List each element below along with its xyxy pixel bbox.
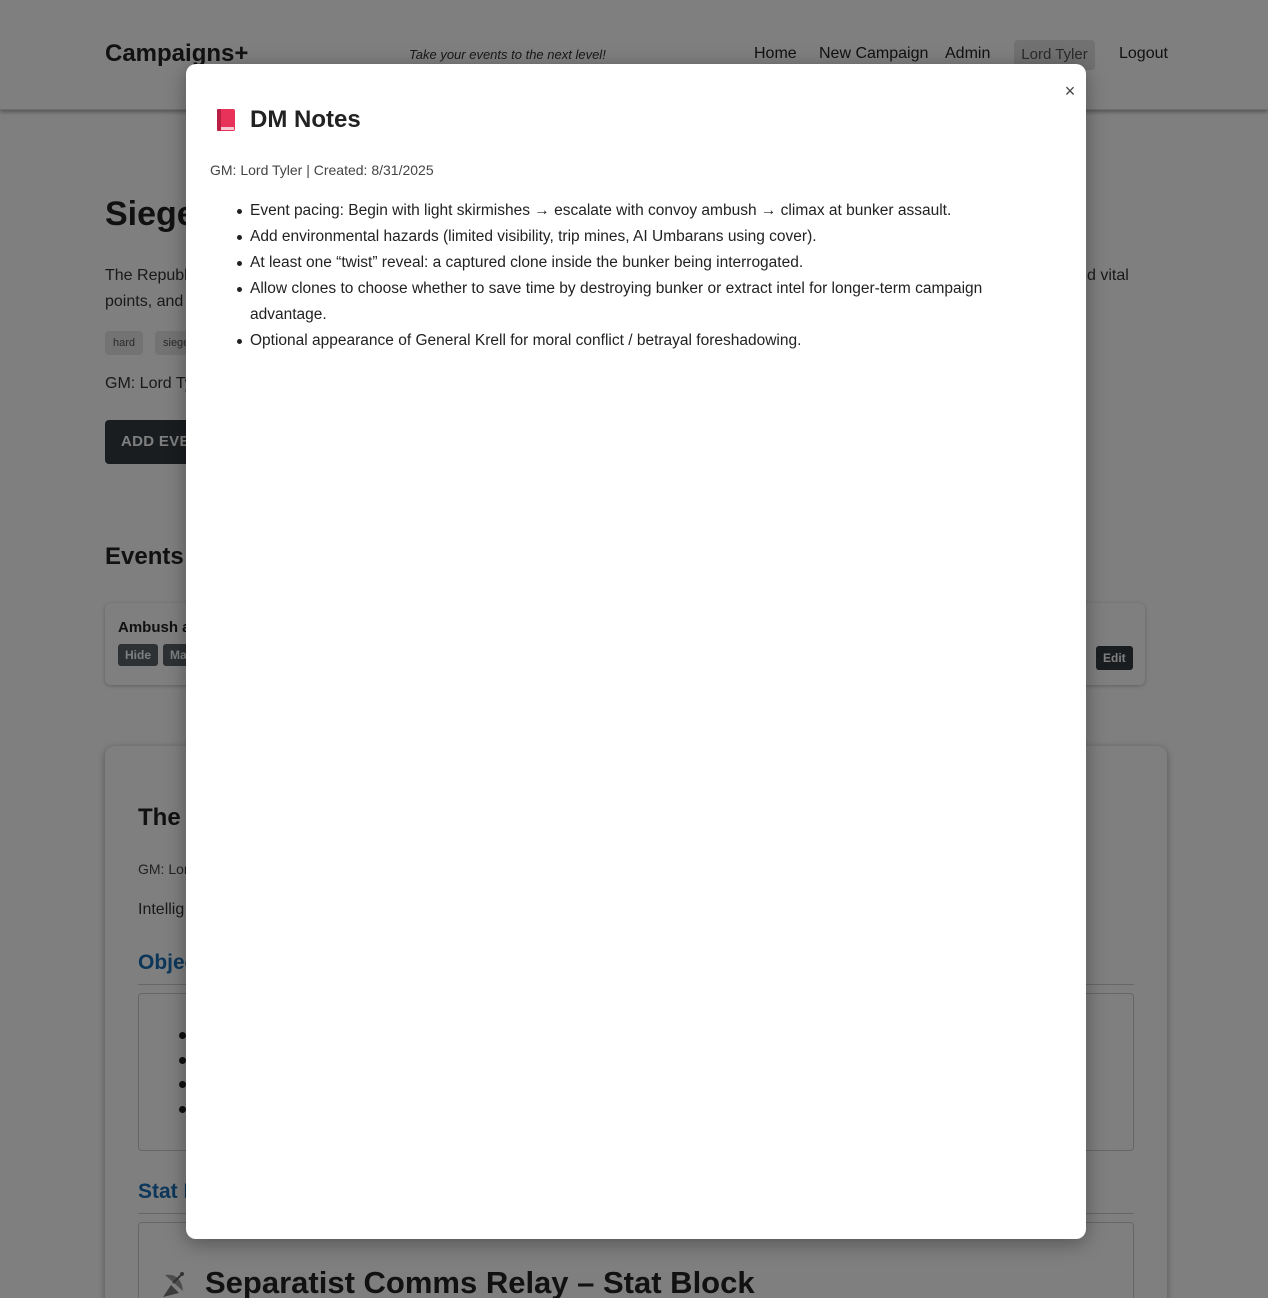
note-item: Event pacing: Begin with light skirmishe… <box>237 198 1040 224</box>
book-icon <box>216 108 236 132</box>
dm-notes-modal: × DM Notes GM: Lord Tyler | Created: 8/3… <box>186 64 1086 1239</box>
note-item: At least one “twist” reveal: a captured … <box>237 250 1040 276</box>
note-item: Optional appearance of General Krell for… <box>237 328 1040 354</box>
modal-title: DM Notes <box>250 106 361 133</box>
close-icon[interactable]: × <box>1062 81 1078 101</box>
modal-meta: GM: Lord Tyler | Created: 8/31/2025 <box>210 162 434 178</box>
note-item: Allow clones to choose whether to save t… <box>237 276 1040 328</box>
dm-notes-list: Event pacing: Begin with light skirmishe… <box>237 198 1040 354</box>
note-item: Add environmental hazards (limited visib… <box>237 224 1040 250</box>
